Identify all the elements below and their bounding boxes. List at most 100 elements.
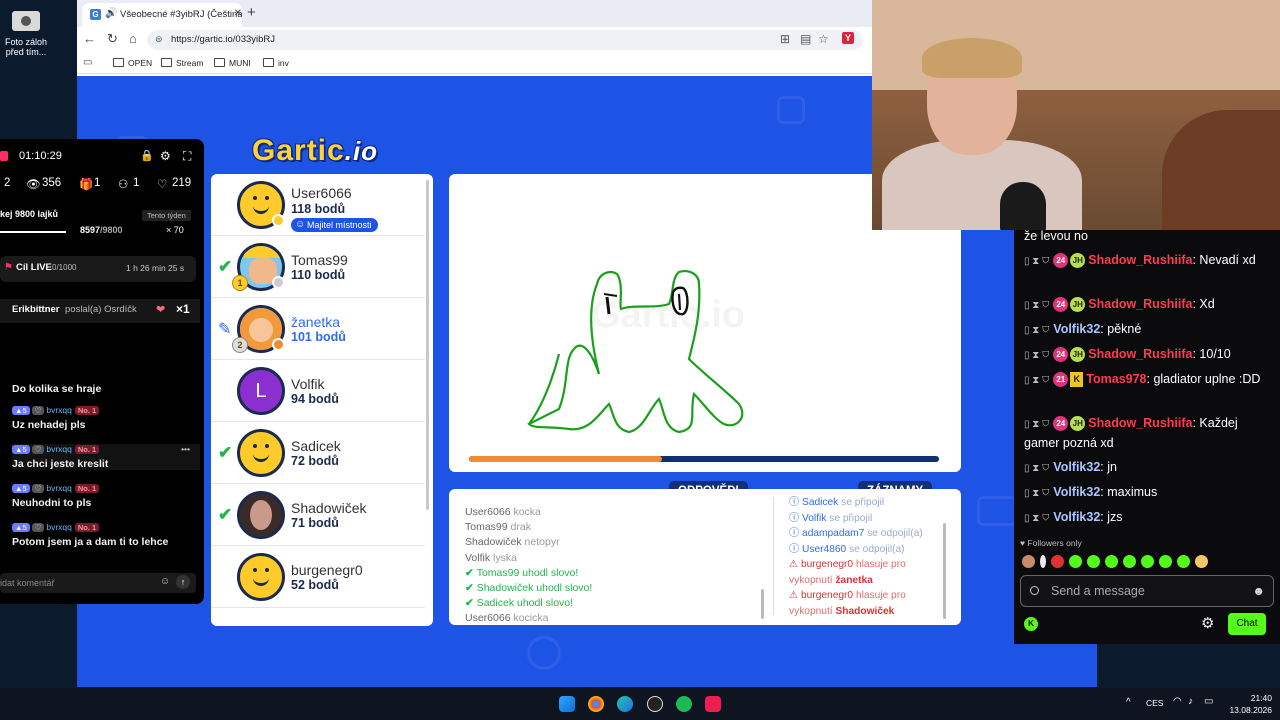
- site-info-icon[interactable]: ⊜: [155, 34, 163, 45]
- emote-icon[interactable]: [1022, 555, 1035, 569]
- chat-message: ▯ ⧗ ⛉ 24 JH Shadow_Rushiifa: Každej gamer p…: [1024, 416, 1238, 450]
- emote-icon[interactable]: [1159, 555, 1172, 569]
- chat-message: ▯ ⧗ ⛉ Volfik32: jn: [1024, 460, 1117, 474]
- bookmark-inv[interactable]: inv: [263, 58, 289, 68]
- chrome-icon[interactable]: [588, 696, 604, 712]
- bookmark-open[interactable]: OPEN: [113, 58, 152, 68]
- player-row[interactable]: ✎ 2 žanetka 101 bodů: [211, 298, 425, 360]
- likes-period: Tento týden: [142, 210, 191, 221]
- settings-icon[interactable]: ⚙: [160, 149, 171, 163]
- answer-item: Volfik lyska: [465, 551, 517, 564]
- desktop-icon-label: Foto záloh: [4, 37, 48, 47]
- answers-list: User6066 kocka Tomas99 drak Shadowiček n…: [465, 505, 765, 625]
- gifts-count: 1: [94, 177, 101, 189]
- bookmark-star-icon[interactable]: ☆: [818, 32, 829, 46]
- kick-icon[interactable]: K: [1024, 617, 1038, 631]
- start-icon[interactable]: [559, 696, 575, 712]
- emote-icon[interactable]: [1069, 555, 1082, 569]
- player-row[interactable]: ✔ 1 Tomas99 110 bodů: [211, 236, 425, 298]
- player-name: Volfik: [291, 376, 325, 392]
- gift-notification: Erikbittner poslal(a) Osrdíčk ❤ ×1: [0, 299, 200, 323]
- player-points: 110 bodů: [291, 268, 346, 282]
- emote-icon[interactable]: [1123, 555, 1136, 569]
- player-name: Shadowiček: [291, 500, 367, 516]
- emote-icon[interactable]: [1141, 555, 1154, 569]
- record-item: adampadam7 se odpojil(a): [789, 526, 949, 542]
- comment-input[interactable]: idat komentář ☺ ↑: [0, 573, 196, 593]
- wifi-icon[interactable]: ◠: [1173, 696, 1182, 707]
- emote-icon[interactable]: [1040, 555, 1046, 569]
- chat-message: ▯ ⧗ ⛉ 24 JH Shadow_Rushiifa: Nevadí xd: [1024, 253, 1256, 268]
- check-icon: ✔: [218, 505, 233, 524]
- lock-icon[interactable]: 🔒: [140, 149, 154, 162]
- speaker-icon[interactable]: 🔊: [105, 8, 117, 19]
- player-row[interactable]: User6066 118 bodů Majitel místnosti: [211, 174, 425, 236]
- home-icon[interactable]: ⌂: [129, 31, 137, 46]
- player-row[interactable]: ✔ Sadicek 72 bodů: [211, 422, 425, 484]
- reload-icon[interactable]: ↻: [107, 31, 118, 47]
- answer-item: Tomas99 drak: [465, 521, 531, 534]
- url-text: https://gartic.io/033yibRJ: [171, 34, 276, 45]
- player-list-scrollbar[interactable]: [426, 180, 429, 510]
- send-icon[interactable]: ↑: [176, 575, 190, 589]
- record-item: Sadicek se připojil: [789, 495, 949, 511]
- edge-icon[interactable]: [617, 696, 633, 712]
- player-row[interactable]: L Volfik 94 bodů: [211, 360, 425, 422]
- battery-icon[interactable]: ▭: [1204, 696, 1213, 707]
- record-icon: [1030, 586, 1039, 595]
- apps-icon[interactable]: ⊞: [780, 32, 790, 46]
- webcam-feed: [872, 0, 1280, 230]
- system-clock[interactable]: 21:40 13.08.2026: [1229, 692, 1272, 716]
- volume-icon[interactable]: ♪: [1188, 696, 1193, 707]
- emote-icon[interactable]: [1051, 555, 1064, 569]
- yandex-icon[interactable]: Y: [842, 32, 854, 44]
- comment: ▲5 ♡ bvrxqq No. 1 ••• Ja chci jeste kreslit: [12, 444, 200, 470]
- sidebar-toggle-icon[interactable]: ▭: [83, 57, 92, 68]
- emote-icon[interactable]: [1195, 555, 1208, 569]
- spotify-icon[interactable]: [676, 696, 692, 712]
- guessed-item: Sadicek uhodl slovo!: [465, 596, 765, 611]
- obs-icon[interactable]: [647, 696, 663, 712]
- player-avatar: [237, 553, 285, 601]
- camera-icon: [12, 11, 40, 31]
- answers-scrollbar[interactable]: [761, 589, 764, 619]
- browser-tab[interactable]: G 🔊 Všeobecné #3yibRJ (Čeština) ✕: [82, 3, 242, 27]
- check-icon: ✔: [218, 257, 233, 276]
- emote-icon[interactable]: [1177, 555, 1190, 569]
- background-doodle: [977, 496, 1017, 526]
- player-points: 72 bodů: [291, 454, 339, 468]
- close-tab-icon[interactable]: ✕: [234, 8, 242, 19]
- player-row[interactable]: burgenegr0 52 bodů: [211, 546, 425, 608]
- address-bar[interactable]: ⊜ https://gartic.io/033yibRJ: [147, 30, 862, 50]
- heart-gift-icon: ❤: [156, 304, 166, 316]
- records-scrollbar[interactable]: [943, 523, 946, 619]
- emote-icon[interactable]: [1105, 555, 1118, 569]
- chat-message-input[interactable]: Send a message ☻: [1020, 575, 1274, 607]
- reader-icon[interactable]: ▤: [800, 32, 811, 46]
- tray-arrow-icon[interactable]: ^: [1126, 697, 1131, 708]
- chat-send-button[interactable]: Chat: [1228, 613, 1266, 635]
- desktop-icon-foto[interactable]: Foto záloh před tím...: [0, 5, 52, 65]
- chat-message: ▯ ⧗ ⛉ Volfik32: pěkné: [1024, 322, 1142, 336]
- emote-bar[interactable]: [1022, 554, 1213, 570]
- tiktok-icon[interactable]: [705, 696, 721, 712]
- language-indicator[interactable]: CES: [1146, 698, 1163, 708]
- back-icon[interactable]: ←: [83, 31, 96, 46]
- stream-chat: že levou no ▯ ⧗ ⛉ 24 JH Shadow_Rushiifa: Ne…: [1014, 229, 1280, 644]
- live-timer: 01:10:29: [19, 150, 62, 162]
- chat-settings-icon[interactable]: ⚙: [1201, 614, 1214, 632]
- more-icon[interactable]: •••: [181, 444, 190, 454]
- emote-icon[interactable]: [1087, 555, 1100, 569]
- bookmark-muni[interactable]: MUNI: [214, 58, 251, 68]
- owner-badge: Majitel místnosti: [291, 218, 378, 232]
- new-tab-button[interactable]: +: [247, 4, 256, 21]
- emoji-icon[interactable]: ☺: [160, 576, 170, 587]
- emoji-icon[interactable]: ☻: [1252, 584, 1265, 598]
- fullscreen-icon[interactable]: ⛶: [183, 149, 191, 164]
- guessed-item: Tomas99 uhodl slovo!: [465, 566, 765, 581]
- joins-count: 1: [133, 177, 140, 189]
- records-list: Sadicek se připojil Volfik se připojil a…: [789, 495, 949, 619]
- heart-icon: ♡: [157, 179, 168, 191]
- player-row[interactable]: ✔ Shadowiček 71 bodů: [211, 484, 425, 546]
- bookmark-stream[interactable]: Stream: [161, 58, 203, 68]
